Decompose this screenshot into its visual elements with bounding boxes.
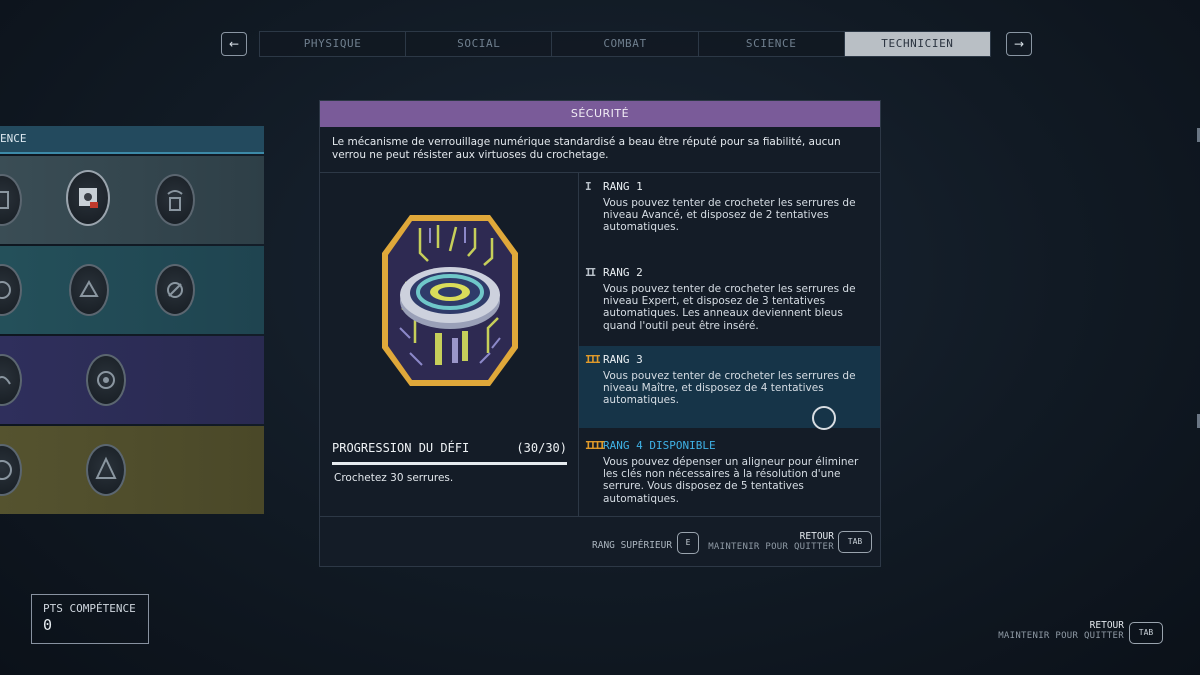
challenge-progress-count: (30/30) xyxy=(516,441,567,455)
skill-tier-4 xyxy=(0,426,264,514)
global-hold-label: MAINTENIR POUR QUITTER xyxy=(998,631,1124,641)
rank-up-label: RANG SUPÉRIEUR xyxy=(592,540,673,551)
skill-node[interactable] xyxy=(0,174,22,226)
skill-node-selected[interactable] xyxy=(66,170,110,226)
challenge-progress-bar xyxy=(332,462,567,465)
back-hint: RETOUR MAINTENIR POUR QUITTER xyxy=(708,531,834,552)
skill-points-value: 0 xyxy=(43,616,53,634)
challenge-description: Crochetez 30 serrures. xyxy=(334,472,454,484)
rank-1[interactable]: I RANG 1 Vous pouvez tenter de crocheter … xyxy=(579,173,880,259)
skill-points-box: PTS COMPÉTENCE 0 xyxy=(31,594,149,644)
security-patch-icon xyxy=(382,215,518,386)
skill-node[interactable] xyxy=(155,264,195,316)
hold-to-quit-label: MAINTENIR POUR QUITTER xyxy=(708,542,834,552)
skill-tier-1 xyxy=(0,156,264,244)
rank-3-mark: III xyxy=(585,353,601,366)
skill-tier-3 xyxy=(0,336,264,424)
prev-category-button[interactable]: ← xyxy=(221,32,247,56)
global-back-key-button[interactable]: TAB xyxy=(1129,622,1163,644)
rank-3-title: RANG 3 xyxy=(603,353,643,366)
skill-body: PROGRESSION DU DÉFI (30/30) Crochetez 30… xyxy=(320,172,880,517)
skill-tier-2 xyxy=(0,246,264,334)
rank-4-mark: IIII xyxy=(585,439,605,452)
skill-node[interactable] xyxy=(0,444,22,496)
category-tabs: PHYSIQUE SOCIAL COMBAT SCIENCE TECHNICIE… xyxy=(259,31,991,57)
back-label: RETOUR xyxy=(799,531,834,542)
skill-node[interactable] xyxy=(86,444,126,496)
skill-overview: PROGRESSION DU DÉFI (30/30) Crochetez 30… xyxy=(320,173,579,516)
back-key-button[interactable]: TAB xyxy=(838,531,872,553)
rank-4-available[interactable]: IIII RANG 4 DISPONIBLE Vous pouvez dépens… xyxy=(579,432,880,516)
global-back-hint: RETOUR MAINTENIR POUR QUITTER xyxy=(998,620,1124,641)
skill-node[interactable] xyxy=(0,354,22,406)
skill-detail-panel: SÉCURITÉ Le mécanisme de verrouillage nu… xyxy=(319,100,881,567)
rank-2-mark: II xyxy=(585,266,596,279)
rank-list: I RANG 1 Vous pouvez tenter de crocheter … xyxy=(579,173,880,516)
rank-2-title: RANG 2 xyxy=(603,266,643,279)
skill-node[interactable] xyxy=(86,354,126,406)
rank-1-title: RANG 1 xyxy=(603,180,643,193)
skill-tree: ENCE xyxy=(0,126,264,514)
tab-social[interactable]: SOCIAL xyxy=(406,32,553,56)
skill-description: Le mécanisme de verrouillage numérique s… xyxy=(332,136,841,161)
skill-node[interactable] xyxy=(69,264,109,316)
tab-technicien[interactable]: TECHNICIEN xyxy=(844,32,991,56)
skill-tree-header: ENCE xyxy=(0,126,264,154)
tab-physique[interactable]: PHYSIQUE xyxy=(260,32,407,56)
rank-4-title: RANG 4 DISPONIBLE xyxy=(603,439,716,452)
global-back-label: RETOUR xyxy=(1089,620,1124,631)
tab-combat[interactable]: COMBAT xyxy=(552,32,699,56)
skill-node[interactable] xyxy=(0,264,22,316)
rank-4-description: Vous pouvez dépenser un aligneur pour él… xyxy=(603,456,859,505)
rank-2-description: Vous pouvez tenter de crocheter les serr… xyxy=(603,283,856,332)
cursor-ring-icon xyxy=(812,406,836,430)
panel-footer: RANG SUPÉRIEUR E RETOUR MAINTENIR POUR Q… xyxy=(320,515,880,567)
rank-3-description: Vous pouvez tenter de crocheter les serr… xyxy=(603,370,856,407)
challenge-progress-title: PROGRESSION DU DÉFI (30/30) xyxy=(332,441,567,455)
rank-1-mark: I xyxy=(585,180,591,193)
rank-up-key-button[interactable]: E xyxy=(677,532,699,554)
challenge-progress-label: PROGRESSION DU DÉFI xyxy=(332,441,470,455)
rank-2[interactable]: II RANG 2 Vous pouvez tenter de crocheter… xyxy=(579,259,880,346)
rank-1-description: Vous pouvez tenter de crocheter les serr… xyxy=(603,197,856,234)
tab-science[interactable]: SCIENCE xyxy=(699,32,845,56)
skill-title: SÉCURITÉ xyxy=(320,101,880,127)
next-category-button[interactable]: → xyxy=(1006,32,1032,56)
challenge-progress-fill xyxy=(332,462,567,465)
skill-node[interactable] xyxy=(155,174,195,226)
skill-points-label: PTS COMPÉTENCE xyxy=(43,602,136,615)
